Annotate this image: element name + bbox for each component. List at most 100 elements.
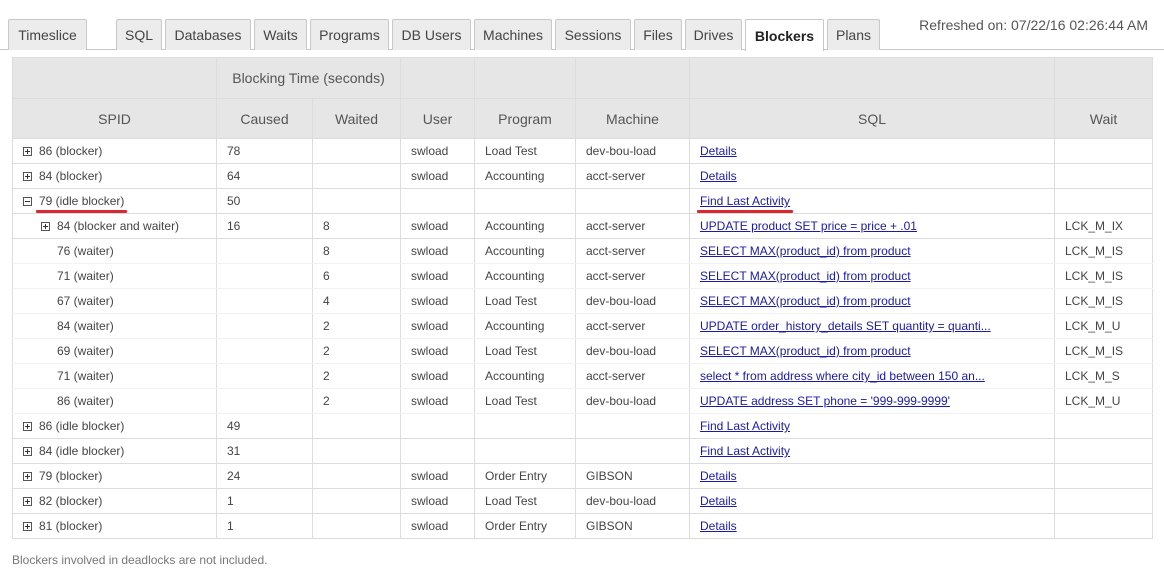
machine-cell: acct-server — [575, 363, 690, 389]
machine-cell: GIBSON — [575, 463, 690, 489]
tab-db-users[interactable]: DB Users — [392, 19, 471, 50]
sql-link[interactable]: SELECT MAX(product_id) from product — [700, 269, 911, 283]
wait-cell: LCK_M_U — [1054, 313, 1153, 339]
sql-cell: Find Last Activity — [689, 438, 1055, 464]
wait-cell — [1054, 513, 1153, 539]
sql-cell: Details — [689, 163, 1055, 189]
expand-icon[interactable] — [41, 221, 50, 231]
column-header-waited[interactable]: Waited — [312, 98, 401, 139]
sql-link[interactable]: UPDATE address SET phone = '999-999-9999… — [700, 394, 950, 408]
highlight-underline — [36, 210, 128, 213]
wait-cell — [1054, 163, 1153, 189]
sql-link[interactable]: Details — [700, 519, 737, 533]
tab-programs[interactable]: Programs — [310, 19, 389, 50]
tab-files[interactable]: Files — [634, 19, 682, 50]
sql-cell: UPDATE product SET price = price + .01 — [689, 213, 1055, 239]
sql-link[interactable]: SELECT MAX(product_id) from product — [700, 344, 911, 358]
table-row: 86 (idle blocker) 49 Find Last Activity — [12, 413, 1153, 439]
spid-cell: 84 (blocker and waiter) — [12, 213, 217, 239]
sql-link[interactable]: UPDATE product SET price = price + .01 — [700, 219, 917, 233]
tab-sessions[interactable]: Sessions — [555, 19, 631, 50]
tab-plans[interactable]: Plans — [827, 19, 880, 50]
table-row: 71 (waiter) 2 swload Accounting acct-server s… — [12, 363, 1153, 389]
spid-cell: 82 (blocker) — [12, 488, 217, 514]
column-header-wait[interactable]: Wait — [1054, 98, 1153, 139]
waited-cell: 2 — [312, 338, 401, 364]
machine-cell: dev-bou-load — [575, 388, 690, 414]
spid-cell: 79 (blocker) — [12, 463, 217, 489]
program-cell: Accounting — [474, 363, 576, 389]
header-spacer — [689, 57, 1055, 99]
machine-cell: acct-server — [575, 238, 690, 264]
expand-icon[interactable] — [23, 421, 32, 431]
collapse-icon[interactable] — [23, 196, 32, 206]
sql-link[interactable]: Find Last Activity — [700, 419, 790, 433]
footer-note: Blockers involved in deadlocks are not i… — [12, 553, 268, 567]
expand-icon[interactable] — [23, 446, 32, 456]
sql-link[interactable]: Details — [700, 494, 737, 508]
tab-timeslice[interactable]: Timeslice — [8, 19, 87, 50]
sql-link[interactable]: Details — [700, 169, 737, 183]
expand-icon[interactable] — [23, 471, 32, 481]
caused-cell — [216, 388, 313, 414]
column-header-machine[interactable]: Machine — [575, 98, 690, 139]
caused-cell: 1 — [216, 513, 313, 539]
table-row: 86 (blocker) 78 swload Load Test dev-bou-loa… — [12, 138, 1153, 164]
table-row: 81 (blocker) 1 swload Order Entry GIBSON Deta… — [12, 513, 1153, 539]
column-header-user[interactable]: User — [400, 98, 475, 139]
expand-icon[interactable] — [23, 171, 32, 181]
sql-link[interactable]: Details — [700, 144, 737, 158]
expand-icon[interactable] — [23, 521, 32, 531]
sql-link[interactable]: UPDATE order_history_details SET quantit… — [700, 319, 991, 333]
spid-cell: 86 (blocker) — [12, 138, 217, 164]
caused-cell: 50 — [216, 188, 313, 214]
column-header-program[interactable]: Program — [474, 98, 576, 139]
column-header-spid[interactable]: SPID — [12, 98, 217, 139]
spid-label: 84 (blocker and waiter) — [57, 219, 180, 233]
spid-cell: 76 (waiter) — [12, 238, 217, 264]
caused-cell: 64 — [216, 163, 313, 189]
sql-link[interactable]: SELECT MAX(product_id) from product — [700, 244, 911, 258]
column-header-sql[interactable]: SQL — [689, 98, 1055, 139]
column-header-caused[interactable]: Caused — [216, 98, 313, 139]
tab-waits[interactable]: Waits — [254, 19, 307, 50]
wait-cell: LCK_M_IS — [1054, 338, 1153, 364]
spid-cell: 86 (idle blocker) — [12, 413, 217, 439]
user-cell: swload — [400, 463, 475, 489]
machine-cell: acct-server — [575, 313, 690, 339]
waited-cell — [312, 438, 401, 464]
user-cell: swload — [400, 313, 475, 339]
table-row: 84 (waiter) 2 swload Accounting acct-server U… — [12, 313, 1153, 339]
sql-link[interactable]: Find Last Activity — [700, 194, 790, 208]
caused-cell: 49 — [216, 413, 313, 439]
spid-cell: 86 (waiter) — [12, 388, 217, 414]
header-spacer — [474, 57, 576, 99]
sql-cell: SELECT MAX(product_id) from product — [689, 263, 1055, 289]
user-cell: swload — [400, 488, 475, 514]
sql-link[interactable]: select * from address where city_id betw… — [700, 369, 985, 383]
tab-databases[interactable]: Databases — [165, 19, 251, 50]
tab-sql[interactable]: SQL — [116, 19, 162, 50]
spid-label: 86 (blocker) — [39, 144, 103, 158]
wait-cell: LCK_M_S — [1054, 363, 1153, 389]
sql-link[interactable]: Find Last Activity — [700, 444, 790, 458]
sql-link[interactable]: SELECT MAX(product_id) from product — [700, 294, 911, 308]
user-cell: swload — [400, 138, 475, 164]
spid-label: 84 (blocker) — [39, 169, 103, 183]
table-row: 84 (idle blocker) 31 Find Last Activity — [12, 438, 1153, 464]
sql-link[interactable]: Details — [700, 469, 737, 483]
tab-drives[interactable]: Drives — [685, 19, 742, 50]
expand-icon[interactable] — [23, 496, 32, 506]
spid-label: 79 (idle blocker) — [39, 194, 125, 208]
user-cell: swload — [400, 288, 475, 314]
table-row: 69 (waiter) 2 swload Load Test dev-bou-load S… — [12, 338, 1153, 364]
caused-cell — [216, 313, 313, 339]
tab-blockers[interactable]: Blockers — [745, 19, 824, 51]
tab-machines[interactable]: Machines — [474, 19, 552, 50]
caused-cell — [216, 238, 313, 264]
program-cell: Accounting — [474, 263, 576, 289]
program-cell — [474, 438, 576, 464]
machine-cell: acct-server — [575, 263, 690, 289]
expand-icon[interactable] — [23, 146, 32, 156]
wait-cell: LCK_M_IX — [1054, 213, 1153, 239]
